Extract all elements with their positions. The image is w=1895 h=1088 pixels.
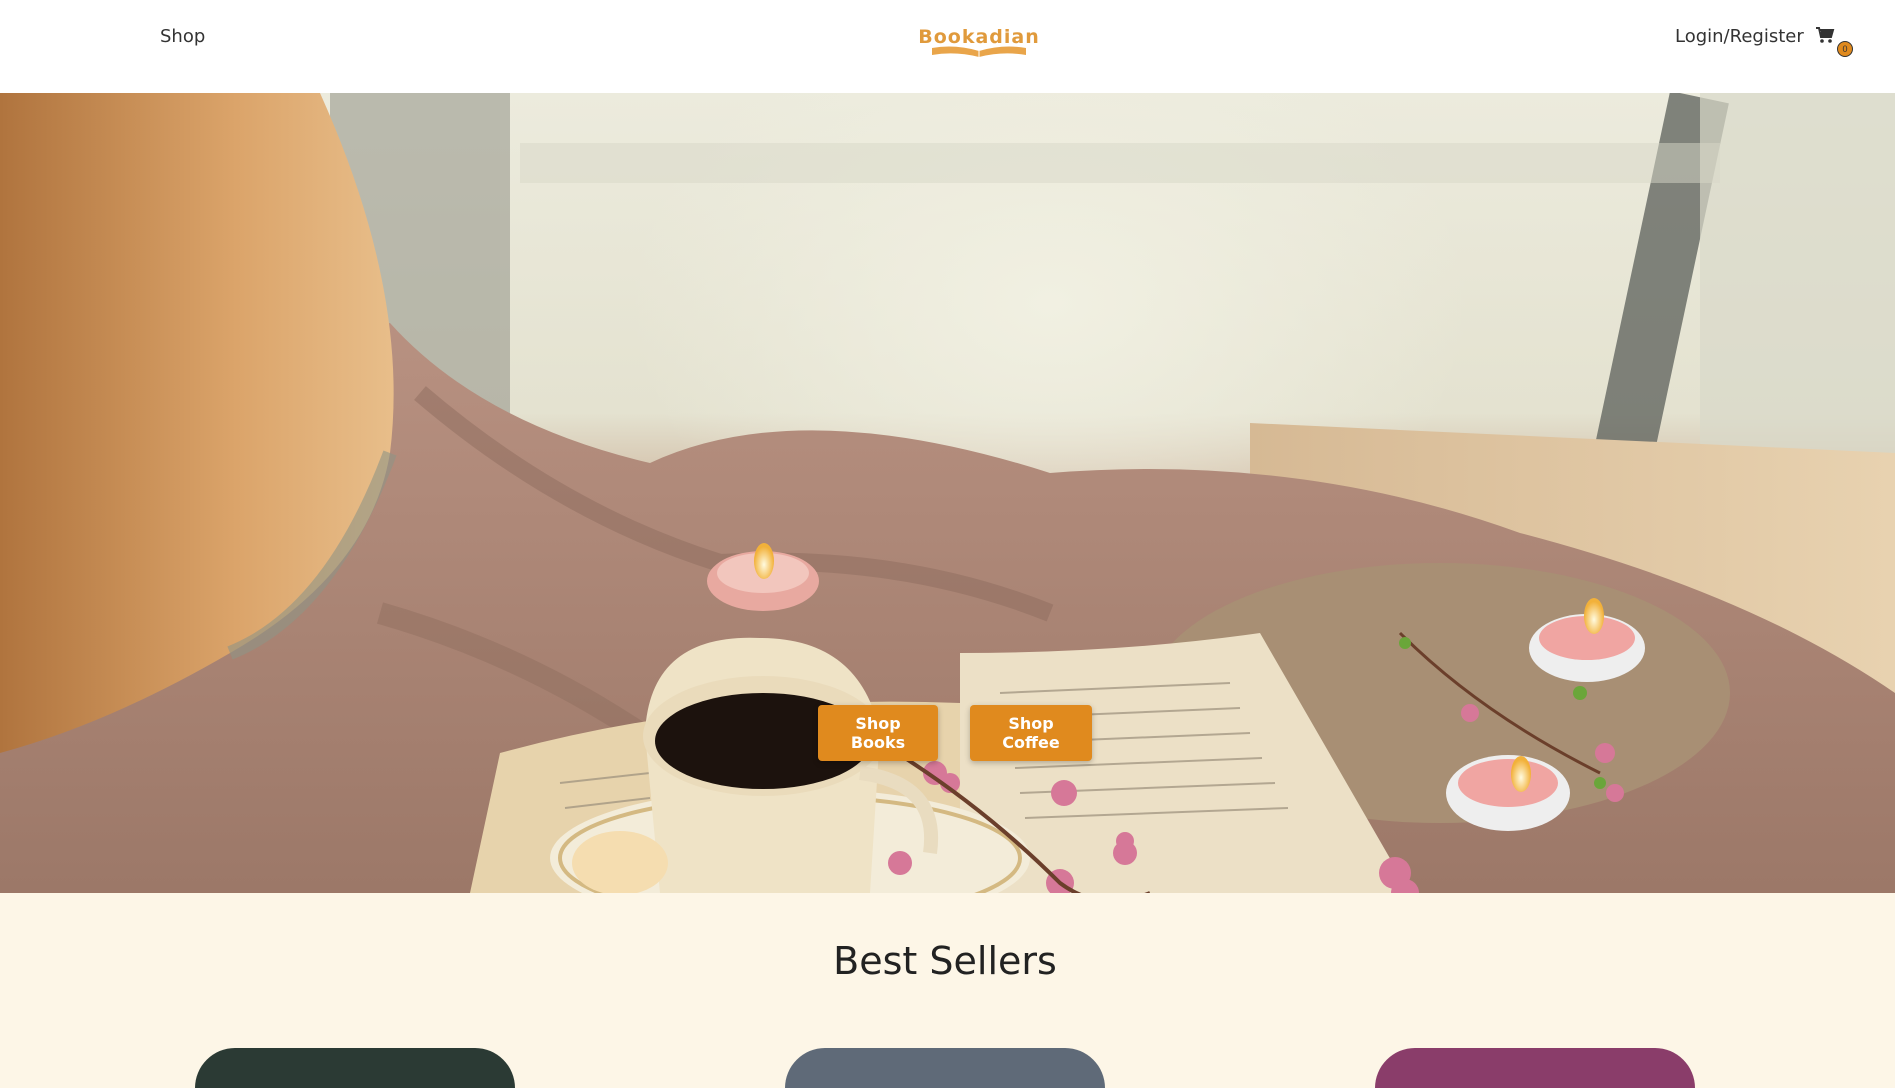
book-icon [932, 46, 1026, 57]
hero-banner: Shop Books Shop Coffee [0, 93, 1895, 893]
top-navbar: Shop Bookadian Login/Register 0 [0, 0, 1895, 93]
login-register-link[interactable]: Login/Register [1675, 26, 1804, 47]
bestseller-card[interactable] [195, 1048, 515, 1088]
nav-shop-link[interactable]: Shop [160, 26, 205, 47]
shop-coffee-button[interactable]: Shop Coffee [970, 705, 1092, 761]
shop-books-button[interactable]: Shop Books [818, 705, 938, 761]
bestseller-card[interactable] [785, 1048, 1105, 1088]
hero-image [0, 93, 1895, 893]
cart-count-badge: 0 [1837, 41, 1853, 57]
site-logo[interactable]: Bookadian [910, 26, 1048, 62]
best-sellers-section: Best Sellers [0, 893, 1895, 1088]
best-sellers-title: Best Sellers [833, 939, 1057, 983]
cart-button[interactable]: 0 [1815, 26, 1855, 60]
cart-icon [1816, 27, 1835, 43]
logo-text: Bookadian [918, 26, 1040, 48]
bestseller-card[interactable] [1375, 1048, 1695, 1088]
hero-buttons: Shop Books Shop Coffee [0, 705, 1895, 765]
